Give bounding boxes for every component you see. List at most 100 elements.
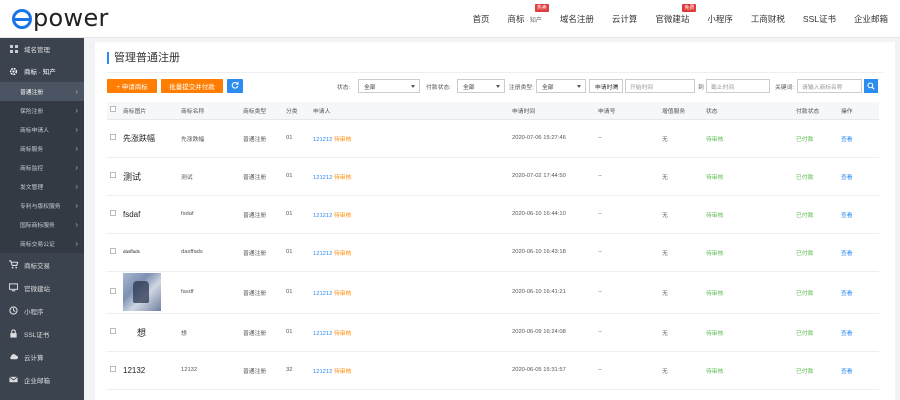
nav-website[interactable]: 官微建站 免费 bbox=[655, 4, 697, 25]
chevron-right-icon: › bbox=[75, 239, 78, 248]
search-icon bbox=[867, 77, 875, 95]
trademark-name: fasdf bbox=[181, 271, 243, 314]
nav-ssl[interactable]: SSL证书 bbox=[803, 13, 836, 25]
logo[interactable]: power bbox=[12, 4, 109, 32]
trademark-class: 01 bbox=[286, 195, 313, 234]
applicant-link[interactable]: 121212 bbox=[313, 137, 332, 143]
sidebar-sub-insured-registration[interactable]: 保险注册 › bbox=[0, 101, 84, 120]
page-title: 管理普通注册 bbox=[107, 52, 180, 64]
view-link[interactable]: 查看 bbox=[841, 213, 853, 219]
main-nav: 首页 商标 · 知产 热卖 域名注册 云计算 官微建站 免费 小程序 工商财税 SS… bbox=[454, 0, 888, 38]
nav-home[interactable]: 首页 bbox=[472, 13, 489, 25]
refresh-button[interactable] bbox=[227, 79, 243, 93]
sidebar-item-label: 商标 · 知产 bbox=[24, 69, 56, 76]
sidebar-sub-regular-registration[interactable]: 普通注册 › bbox=[0, 82, 84, 101]
status-filter-select[interactable]: 全部 bbox=[358, 79, 420, 93]
nav-domain[interactable]: 域名注册 bbox=[560, 13, 594, 25]
row-checkbox[interactable] bbox=[107, 195, 123, 234]
view-link[interactable]: 查看 bbox=[841, 291, 853, 297]
trademark-image: 想 bbox=[137, 327, 147, 338]
nav-cloud[interactable]: 云计算 bbox=[612, 13, 638, 25]
trademark-image: 12132 bbox=[123, 365, 146, 375]
sidebar-sub-transaction-notary[interactable]: 商标交易公证 › bbox=[0, 234, 84, 253]
table-row: 测试 测试 普通注册 01 121212 待审核 2020-07-02 17:4… bbox=[107, 157, 879, 196]
trademark-class: 01 bbox=[286, 233, 313, 272]
apply-time: 2020-07-02 17:44:50 bbox=[512, 157, 598, 196]
sidebar: 域名管理 商标 · 知产 普通注册 › 保险注册 › 商标申请人 › 商标服务 › 商标… bbox=[0, 38, 84, 400]
select-all-checkbox[interactable] bbox=[107, 102, 123, 120]
lock-icon bbox=[9, 329, 18, 338]
trademark-name: dasffads bbox=[181, 233, 243, 272]
row-checkbox[interactable] bbox=[107, 233, 123, 272]
view-link[interactable]: 查看 bbox=[841, 137, 853, 143]
applicant-link[interactable]: 121212 bbox=[313, 251, 332, 257]
nav-trademark[interactable]: 商标 · 知产 热卖 bbox=[507, 4, 549, 25]
trademark-type: 普通注册 bbox=[243, 195, 286, 234]
col-value-added-service: 增值服务 bbox=[662, 102, 706, 120]
batch-pay-button[interactable]: 批量提交并付款 bbox=[161, 79, 223, 93]
trademark-name: 12132 bbox=[181, 351, 243, 390]
reg-type-filter-select[interactable]: 全部 bbox=[536, 79, 586, 93]
sidebar-sub-international[interactable]: 国际商标服务 › bbox=[0, 215, 84, 234]
trademark-name: 先涨跌幅 bbox=[181, 119, 243, 158]
apply-trademark-button[interactable]: + 申请商标 bbox=[107, 79, 157, 93]
pay-status-filter-label: 付款状态: bbox=[426, 84, 451, 91]
row-checkbox[interactable] bbox=[107, 119, 123, 158]
sidebar-item-trade[interactable]: 商标交易 bbox=[0, 253, 84, 276]
keyword-search-input[interactable]: 请输入商标名称 bbox=[797, 79, 862, 93]
trademark-type: 普通注册 bbox=[243, 351, 286, 390]
applicant-link[interactable]: 121212 bbox=[313, 291, 332, 297]
chevron-right-icon: › bbox=[75, 201, 78, 210]
end-date-input[interactable]: 截止时间 bbox=[706, 79, 770, 93]
nav-business-tax[interactable]: 工商财税 bbox=[751, 13, 785, 25]
sidebar-item-miniapp[interactable]: 小程序 bbox=[0, 299, 84, 322]
sidebar-item-label: 商标交易 bbox=[24, 262, 50, 270]
pay-status-badge: 已付款 bbox=[796, 271, 841, 314]
applicant-status: 待审核 bbox=[333, 368, 352, 375]
status-filter-label: 状态: bbox=[337, 84, 351, 91]
row-checkbox[interactable] bbox=[107, 271, 123, 314]
nav-email[interactable]: 企业邮箱 bbox=[854, 13, 888, 25]
sidebar-item-trademark[interactable]: 商标 · 知产 bbox=[0, 60, 84, 82]
value-added-service: 无 bbox=[662, 313, 706, 352]
sidebar-item-email[interactable]: 企业邮箱 bbox=[0, 368, 84, 391]
row-checkbox[interactable] bbox=[107, 313, 123, 352]
col-status: 状态 bbox=[706, 102, 796, 120]
view-link[interactable]: 查看 bbox=[841, 251, 853, 257]
pay-status-badge: 已付款 bbox=[796, 233, 841, 272]
view-link[interactable]: 查看 bbox=[841, 175, 853, 181]
applicant-link[interactable]: 121212 bbox=[313, 213, 332, 219]
row-checkbox[interactable] bbox=[107, 157, 123, 196]
sidebar-item-domain[interactable]: 域名管理 bbox=[0, 38, 84, 60]
search-button[interactable] bbox=[864, 79, 878, 93]
pay-status-filter-select[interactable]: 全部 bbox=[457, 79, 505, 93]
time-type-select[interactable]: 申请时间 bbox=[589, 79, 623, 93]
monitor-icon bbox=[9, 283, 18, 292]
trademark-type: 普通注册 bbox=[243, 233, 286, 272]
view-link[interactable]: 查看 bbox=[841, 331, 853, 337]
sidebar-item-website[interactable]: 官微建站 bbox=[0, 276, 84, 299]
sidebar-item-label: 域名管理 bbox=[24, 47, 50, 54]
trademark-image: fsdaf bbox=[123, 209, 141, 219]
start-date-input[interactable]: 开始时间 bbox=[625, 79, 695, 93]
reg-type-filter-label: 注册类型: bbox=[509, 84, 534, 91]
apply-number: -- bbox=[598, 313, 662, 352]
applicant-link[interactable]: 121212 bbox=[313, 369, 332, 375]
sidebar-sub-services[interactable]: 商标服务 › bbox=[0, 139, 84, 158]
sidebar-item-cloud[interactable]: 云计算 bbox=[0, 345, 84, 368]
applicant-link[interactable]: 121212 bbox=[313, 175, 332, 181]
applicant-link[interactable]: 121212 bbox=[313, 331, 332, 337]
sidebar-item-ssl[interactable]: SSL证书 bbox=[0, 322, 84, 345]
nav-miniapp[interactable]: 小程序 bbox=[707, 13, 733, 25]
status-badge: 待审核 bbox=[706, 195, 796, 234]
applicant-status: 待审核 bbox=[333, 250, 352, 257]
value-added-service: 无 bbox=[662, 157, 706, 196]
sidebar-sub-applicant[interactable]: 商标申请人 › bbox=[0, 120, 84, 139]
sidebar-sub-documents[interactable]: 发文管理 › bbox=[0, 177, 84, 196]
sidebar-sub-monitor[interactable]: 商标监控 › bbox=[0, 158, 84, 177]
sidebar-sub-patent-copyright[interactable]: 专利与版权服务 › bbox=[0, 196, 84, 215]
trademark-image: 先涨跌幅 bbox=[123, 133, 155, 143]
row-checkbox[interactable] bbox=[107, 351, 123, 390]
value-added-service: 无 bbox=[662, 351, 706, 390]
view-link[interactable]: 查看 bbox=[841, 369, 853, 375]
